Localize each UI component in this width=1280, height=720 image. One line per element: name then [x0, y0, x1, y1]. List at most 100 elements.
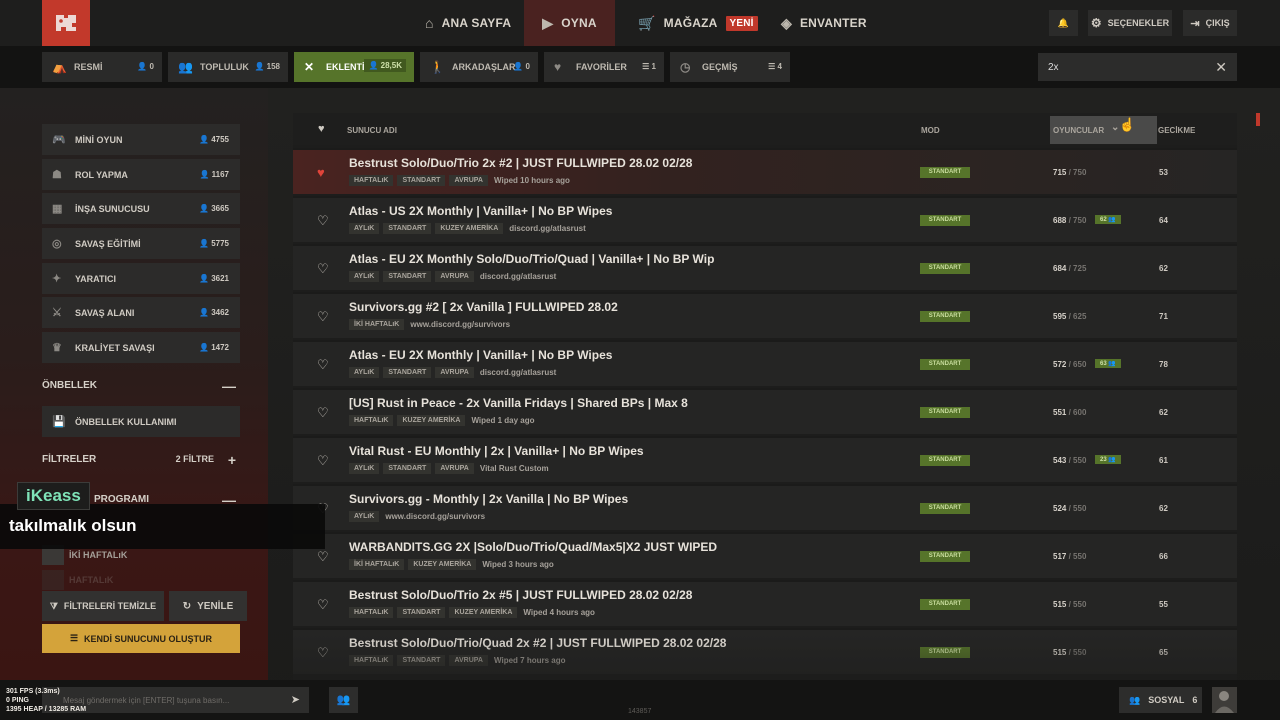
- social-button[interactable]: 👥 SOSYAL 6: [1119, 687, 1202, 713]
- list-fade: [293, 633, 1237, 680]
- table-row[interactable]: ♡ Atlas - EU 2X Monthly | Vanilla+ | No B…: [293, 340, 1237, 386]
- nav-play[interactable]: ▶ OYNA: [524, 0, 615, 46]
- tab-favorites[interactable]: ♥ FAVORİLER ☰ 1: [544, 52, 664, 82]
- favorite-heart-icon[interactable]: ♡: [317, 405, 329, 421]
- player-current: 688: [1053, 216, 1067, 225]
- gamemode-count: 👤 3462: [199, 308, 229, 317]
- queue-count: 63: [1100, 361, 1107, 367]
- favorite-heart-icon[interactable]: ♥: [317, 165, 325, 180]
- player-max: / 550: [1068, 456, 1087, 465]
- ping-readout: 0 PING: [6, 697, 29, 704]
- player-current: 524: [1053, 504, 1067, 513]
- gamemode-count-value: 3665: [211, 204, 229, 213]
- clear-filters-label: FİLTRELERİ TEMİZLE: [63, 601, 157, 611]
- tab-friends[interactable]: 🚶 ARKADAŞLAR 👤 0: [420, 52, 538, 82]
- gamemode-count-value: 1472: [211, 343, 229, 352]
- gamemode-roleplay[interactable]: ☗ ROL YAPMA 👤 1167: [42, 159, 240, 190]
- player-max: / 550: [1068, 504, 1087, 513]
- column-header-name[interactable]: SUNUCU ADI: [347, 126, 397, 135]
- clear-search-icon[interactable]: ✕: [1215, 59, 1227, 76]
- save-icon: 💾: [52, 416, 66, 428]
- quit-button[interactable]: ⇥ ÇIKIŞ: [1183, 10, 1237, 36]
- tab-official[interactable]: ⛺ RESMİ 👤 0: [42, 52, 162, 82]
- favorite-heart-icon[interactable]: ♡: [317, 597, 329, 613]
- server-extra: Wiped 10 hours ago: [494, 176, 570, 185]
- cache-usage-label: ÖNBELLEK KULLANIMI: [75, 417, 177, 427]
- table-header: ♥ SUNUCU ADI MOD OYUNCULAR ⌄ ☝ GECİKME: [293, 113, 1237, 145]
- player-current: 572: [1053, 360, 1067, 369]
- table-row[interactable]: ♡ Atlas - EU 2X Monthly Solo/Duo/Trio/Qua…: [293, 244, 1237, 290]
- server-extra: discord.gg/atlasrust: [479, 368, 557, 377]
- table-row[interactable]: ♡ Survivors.gg #2 [ 2x Vanilla ] FULLWIPE…: [293, 292, 1237, 338]
- tab-label: TOPLULUK: [200, 62, 249, 72]
- create-server-button[interactable]: ☰ KENDİ SUNUCUNU OLUŞTUR: [42, 624, 240, 653]
- favorite-heart-icon[interactable]: ♡: [317, 309, 329, 325]
- cache-usage-button[interactable]: 💾 ÖNBELLEK KULLANIMI: [42, 406, 240, 437]
- avatar[interactable]: [1212, 687, 1237, 713]
- column-header-players[interactable]: OYUNCULAR: [1053, 126, 1104, 135]
- refresh-button[interactable]: ↻ YENİLE: [169, 591, 247, 621]
- server-tag: AVRUPA: [449, 175, 488, 186]
- mode-badge: STANDART: [920, 359, 970, 370]
- gamemode-label: İNŞA SUNUCUSU: [75, 204, 150, 214]
- table-row[interactable]: ♡ WARBANDITS.GG 2X |Solo/Duo/Trio/Quad/Ma…: [293, 532, 1237, 578]
- notifications-button[interactable]: 🔔: [1049, 10, 1078, 36]
- server-tag: KUZEY AMERİKA: [397, 415, 466, 426]
- cache-section-header[interactable]: ÖNBELLEK —: [42, 378, 240, 394]
- queue-count: 23: [1100, 457, 1107, 463]
- table-row[interactable]: ♡ [US] Rust in Peace - 2x Vanilla Fridays…: [293, 388, 1237, 434]
- search-input[interactable]: 2x ✕: [1038, 53, 1237, 81]
- favorite-heart-icon[interactable]: ♡: [317, 549, 329, 565]
- rust-logo[interactable]: [42, 0, 90, 46]
- gamemode-creative[interactable]: ✦ YARATICI 👤 3621: [42, 263, 240, 294]
- gamemode-label: SAVAŞ EĞİTİMİ: [75, 239, 141, 249]
- friends-icon: 👥: [336, 694, 351, 706]
- clear-filters-button[interactable]: ⧩ FİLTRELERİ TEMİZLE: [42, 591, 164, 621]
- gamemode-count: 👤 5775: [199, 239, 229, 248]
- add-filter-icon[interactable]: +: [228, 452, 236, 468]
- rust-logo-icon: [56, 15, 76, 31]
- favorite-heart-icon[interactable]: ♡: [317, 261, 329, 277]
- gamemode-count: 👤 4755: [199, 135, 229, 144]
- nav-home[interactable]: ⌂ ANA SAYFA: [425, 0, 511, 46]
- server-ping: 71: [1159, 312, 1168, 321]
- friends-icon: 🚶: [430, 60, 445, 74]
- gamemode-battlefield[interactable]: ⚔ SAVAŞ ALANI 👤 3462: [42, 297, 240, 328]
- gamemode-battle-royale[interactable]: ♛ KRALİYET SAVAŞI 👤 1472: [42, 332, 240, 363]
- tab-community[interactable]: 👥 TOPLULUK 👤 158: [168, 52, 288, 82]
- nav-inventory[interactable]: ◈ ENVANTER: [781, 0, 867, 46]
- server-name: [US] Rust in Peace - 2x Vanilla Fridays …: [349, 396, 688, 410]
- server-tags: AYLıK www.discord.gg/survivors: [349, 511, 485, 522]
- gamemode-combat-training[interactable]: ◎ SAVAŞ EĞİTİMİ 👤 5775: [42, 228, 240, 259]
- options-label: SEÇENEKLER: [1107, 18, 1170, 28]
- mode-badge: STANDART: [920, 599, 970, 610]
- tab-modded[interactable]: ✕ EKLENTİLİ 👤 28,5K: [294, 52, 414, 82]
- scrollbar-thumb[interactable]: [1256, 113, 1260, 126]
- friends-button[interactable]: 👥: [329, 687, 358, 713]
- fps-readout: 301 FPS (3.3ms): [6, 688, 60, 695]
- gamemode-label: SAVAŞ ALANI: [75, 308, 135, 318]
- collapse-icon[interactable]: —: [222, 378, 236, 394]
- table-row[interactable]: ♡ Bestrust Solo/Duo/Trio 2x #5 | JUST FUL…: [293, 580, 1237, 626]
- options-button[interactable]: ⚙ SEÇENEKLER: [1088, 10, 1172, 36]
- favorite-heart-icon[interactable]: ♡: [317, 213, 329, 229]
- column-header-ping[interactable]: GECİKME: [1158, 126, 1195, 135]
- table-row[interactable]: ♡Survivors.gg - Monthly | 2x Vanilla | N…: [293, 484, 1237, 530]
- server-tag: AYLıK: [349, 463, 380, 474]
- axes-icon: ⚔: [52, 307, 62, 319]
- mode-badge: STANDART: [920, 407, 970, 418]
- send-icon[interactable]: ➤: [291, 693, 300, 706]
- favorite-heart-icon[interactable]: ♡: [317, 453, 329, 469]
- table-row[interactable]: ♡ Atlas - US 2X Monthly | Vanilla+ | No B…: [293, 196, 1237, 242]
- nav-store[interactable]: 🛒 MAĞAZA YENİ: [638, 0, 758, 46]
- favorite-column-heart-icon[interactable]: ♥: [318, 123, 325, 135]
- column-header-mode[interactable]: MOD: [921, 126, 940, 135]
- gamemode-minigame[interactable]: 🎮 MİNİ OYUN 👤 4755: [42, 124, 240, 155]
- tab-history[interactable]: ◷ GEÇMİŞ ☰ 4: [670, 52, 790, 82]
- table-row[interactable]: ♡ Vital Rust - EU Monthly | 2x | Vanilla+…: [293, 436, 1237, 482]
- table-row[interactable]: ♥ Bestrust Solo/Duo/Trio 2x #2 | JUST FUL…: [293, 148, 1237, 194]
- favorite-heart-icon[interactable]: ♡: [317, 357, 329, 373]
- filters-section-header[interactable]: FİLTRELER 2 FİLTRE +: [42, 452, 240, 468]
- filter-checkbox-weekly[interactable]: [42, 570, 64, 590]
- gamemode-build[interactable]: ▦ İNŞA SUNUCUSU 👤 3665: [42, 193, 240, 224]
